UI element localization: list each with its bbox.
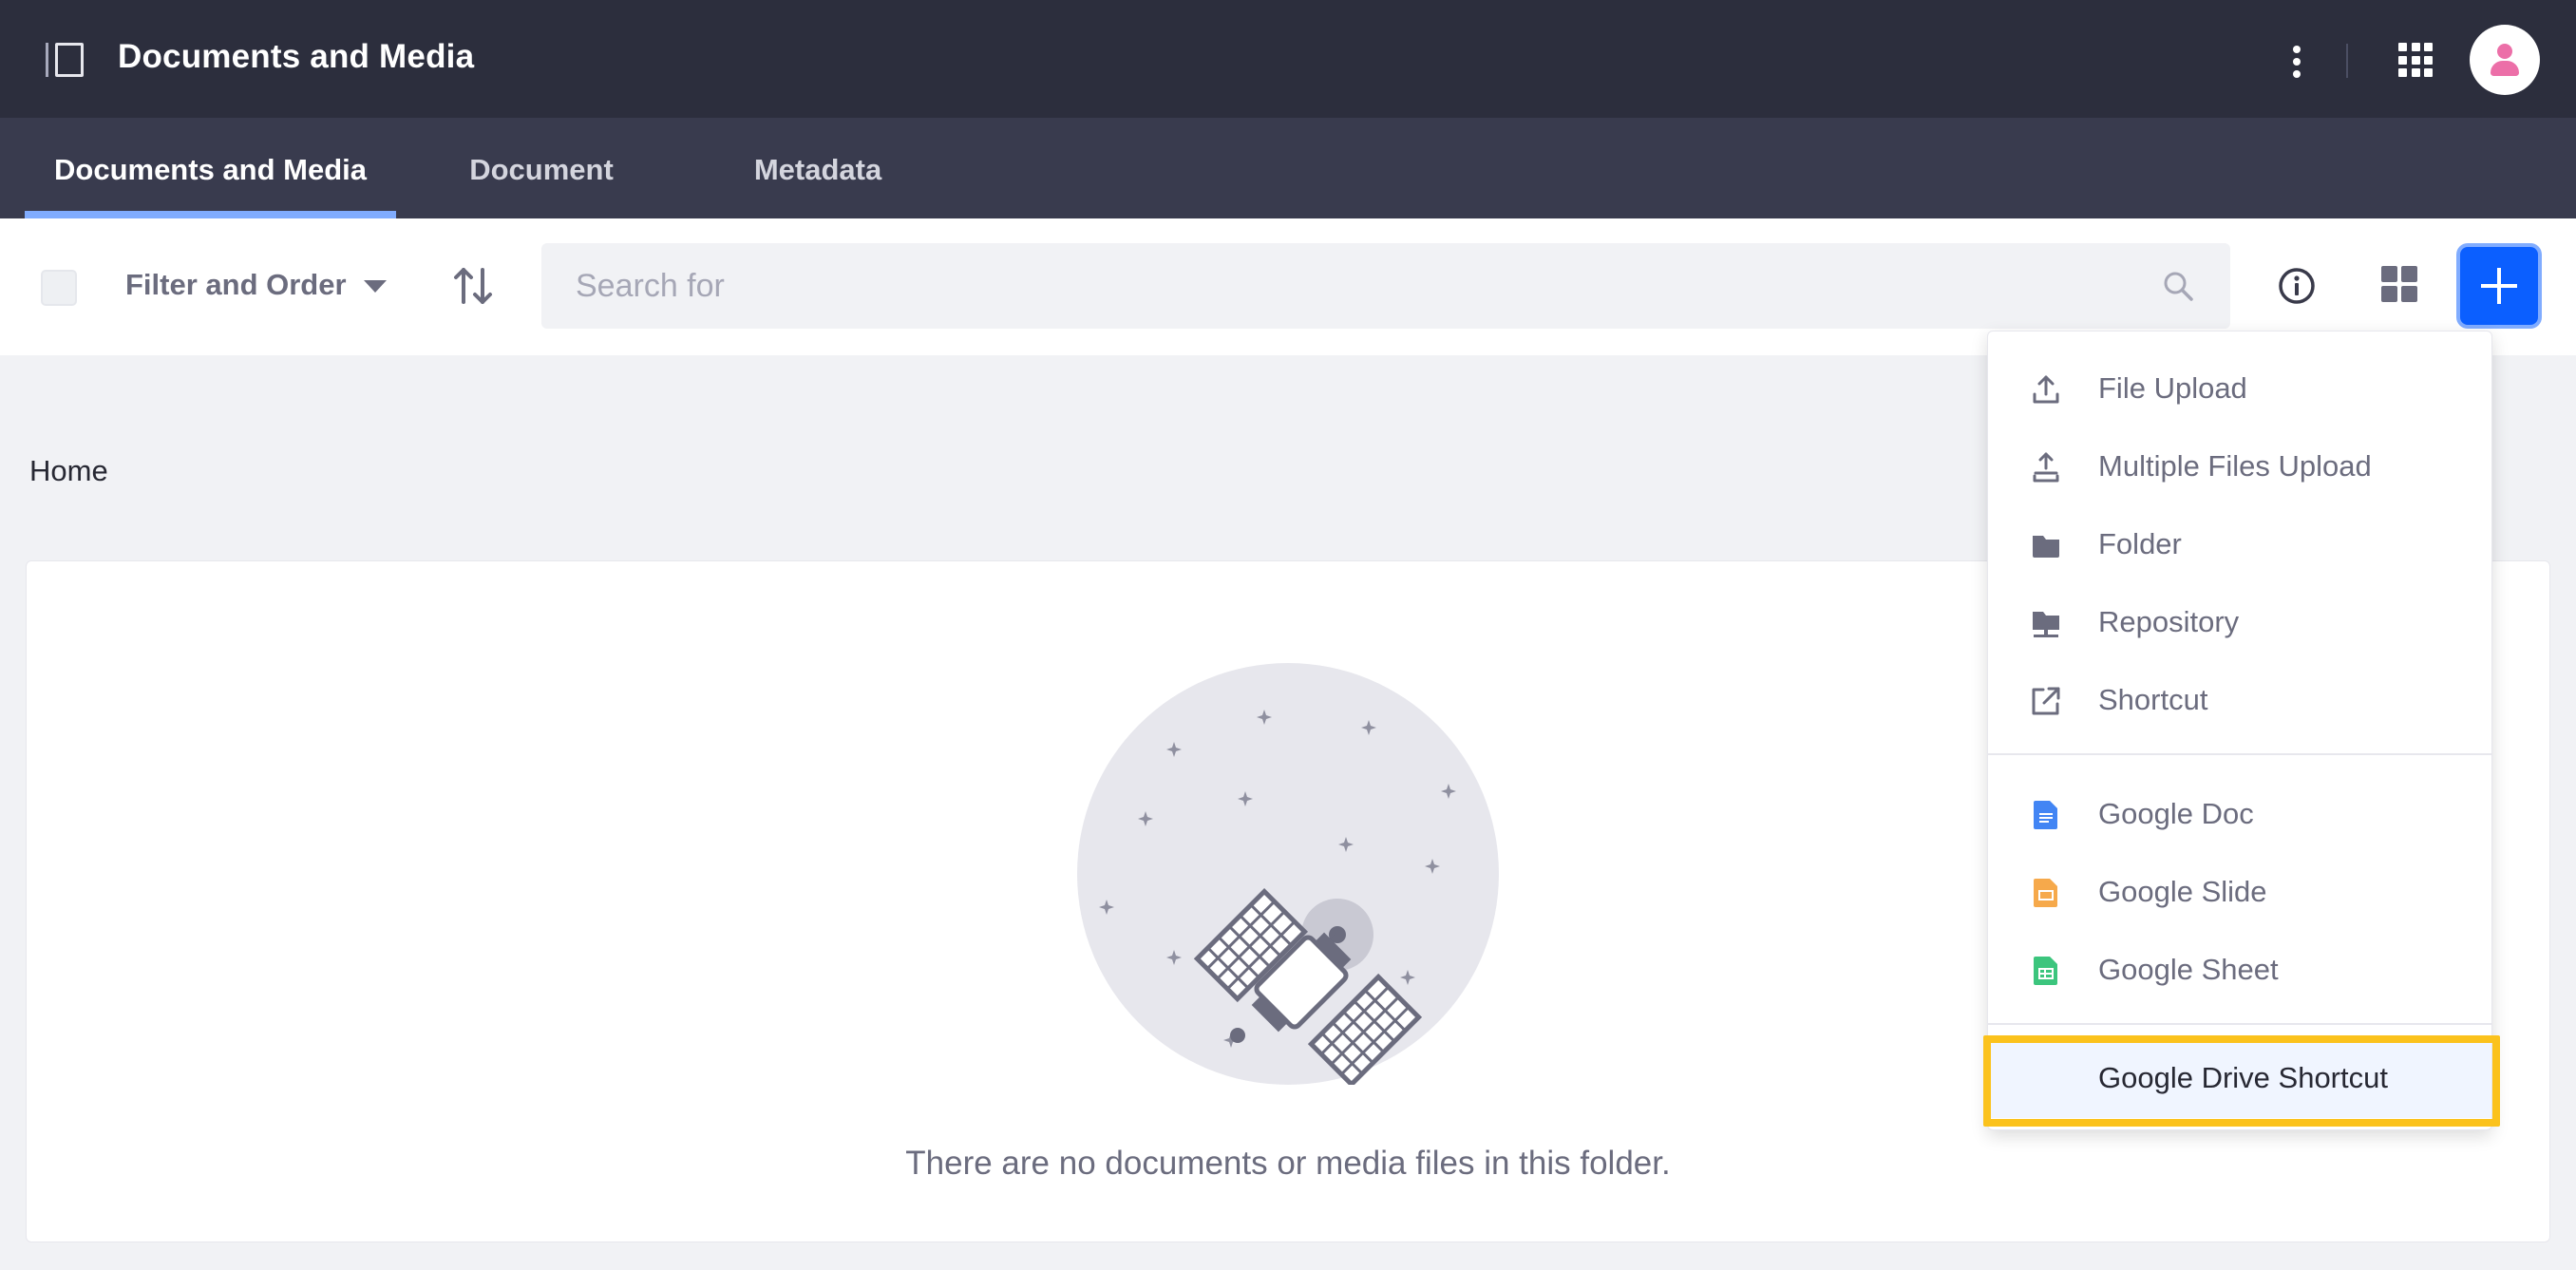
menu-divider bbox=[1988, 1023, 2491, 1025]
menu-item-folder[interactable]: Folder bbox=[1988, 506, 2491, 584]
folder-icon bbox=[2033, 536, 2059, 558]
menu-item-google-doc[interactable]: Google Doc bbox=[1988, 776, 2491, 854]
info-icon[interactable] bbox=[2277, 266, 2317, 306]
empty-state-message: There are no documents or media files in… bbox=[905, 1145, 1671, 1182]
menu-item-label: Google Sheet bbox=[2098, 953, 2279, 986]
tab-metadata-sets[interactable]: Metadata Sets bbox=[722, 118, 914, 291]
menu-item-google-drive-shortcut[interactable]: Google Drive Shortcut bbox=[1988, 1040, 2491, 1118]
caret-down-icon bbox=[363, 280, 387, 294]
menu-item-label: Repository bbox=[2098, 605, 2240, 638]
google-sheet-icon bbox=[2034, 957, 2057, 985]
add-dropdown-menu: File Upload Multiple Files Upload Folder… bbox=[1987, 331, 2492, 1130]
app-header: Documents and Media bbox=[0, 0, 2576, 118]
menu-item-google-slide[interactable]: Google Slide bbox=[1988, 854, 2491, 932]
cards-view-icon[interactable] bbox=[2381, 266, 2417, 302]
upload-icon bbox=[2033, 375, 2059, 404]
menu-item-google-sheet[interactable]: Google Sheet bbox=[1988, 932, 2491, 1010]
header-divider bbox=[2346, 44, 2348, 78]
add-button[interactable] bbox=[2460, 247, 2538, 325]
applications-menu-icon[interactable] bbox=[2398, 43, 2433, 77]
tab-document-types[interactable]: Document Types bbox=[429, 118, 653, 291]
menu-item-multiple-files-upload[interactable]: Multiple Files Upload bbox=[1988, 428, 2491, 506]
menu-item-label: Google Drive Shortcut bbox=[2098, 1061, 2388, 1094]
sort-icon[interactable] bbox=[452, 264, 494, 308]
options-kebab-icon[interactable] bbox=[2284, 42, 2309, 80]
product-menu-toggle-icon[interactable] bbox=[46, 43, 87, 77]
search-icon[interactable] bbox=[2162, 270, 2194, 302]
search-bar[interactable] bbox=[541, 243, 2230, 329]
user-avatar[interactable] bbox=[2470, 25, 2540, 95]
search-input[interactable] bbox=[541, 243, 2230, 329]
tab-documents-and-media[interactable]: Documents and Media bbox=[25, 118, 396, 218]
menu-item-file-upload[interactable]: File Upload bbox=[1988, 351, 2491, 428]
menu-item-label: Shortcut bbox=[2098, 683, 2208, 716]
menu-item-label: Multiple Files Upload bbox=[2098, 449, 2372, 483]
multiple-upload-icon bbox=[2033, 452, 2059, 483]
menu-item-label: Google Doc bbox=[2098, 797, 2254, 830]
nav-tabs: Documents and Media Document Types Metad… bbox=[0, 118, 2576, 291]
menu-item-label: Folder bbox=[2098, 527, 2182, 560]
satellite-empty-state-illustration bbox=[1077, 663, 1499, 1085]
repository-icon bbox=[2033, 612, 2059, 637]
app-title: Documents and Media bbox=[118, 38, 475, 75]
breadcrumb-home[interactable]: Home bbox=[29, 454, 108, 488]
filter-and-order-label: Filter and Order bbox=[125, 268, 347, 301]
menu-item-repository[interactable]: Repository bbox=[1988, 584, 2491, 662]
menu-item-label: File Upload bbox=[2098, 371, 2247, 405]
menu-item-label: Google Slide bbox=[2098, 875, 2267, 908]
filter-and-order-dropdown[interactable]: Filter and Order bbox=[125, 268, 387, 302]
google-doc-icon bbox=[2034, 801, 2057, 829]
shortcut-icon bbox=[2032, 687, 2060, 715]
select-all-checkbox[interactable] bbox=[41, 270, 77, 306]
google-slide-icon bbox=[2034, 879, 2057, 907]
menu-divider bbox=[1988, 753, 2491, 755]
menu-item-shortcut[interactable]: Shortcut bbox=[1988, 662, 2491, 740]
